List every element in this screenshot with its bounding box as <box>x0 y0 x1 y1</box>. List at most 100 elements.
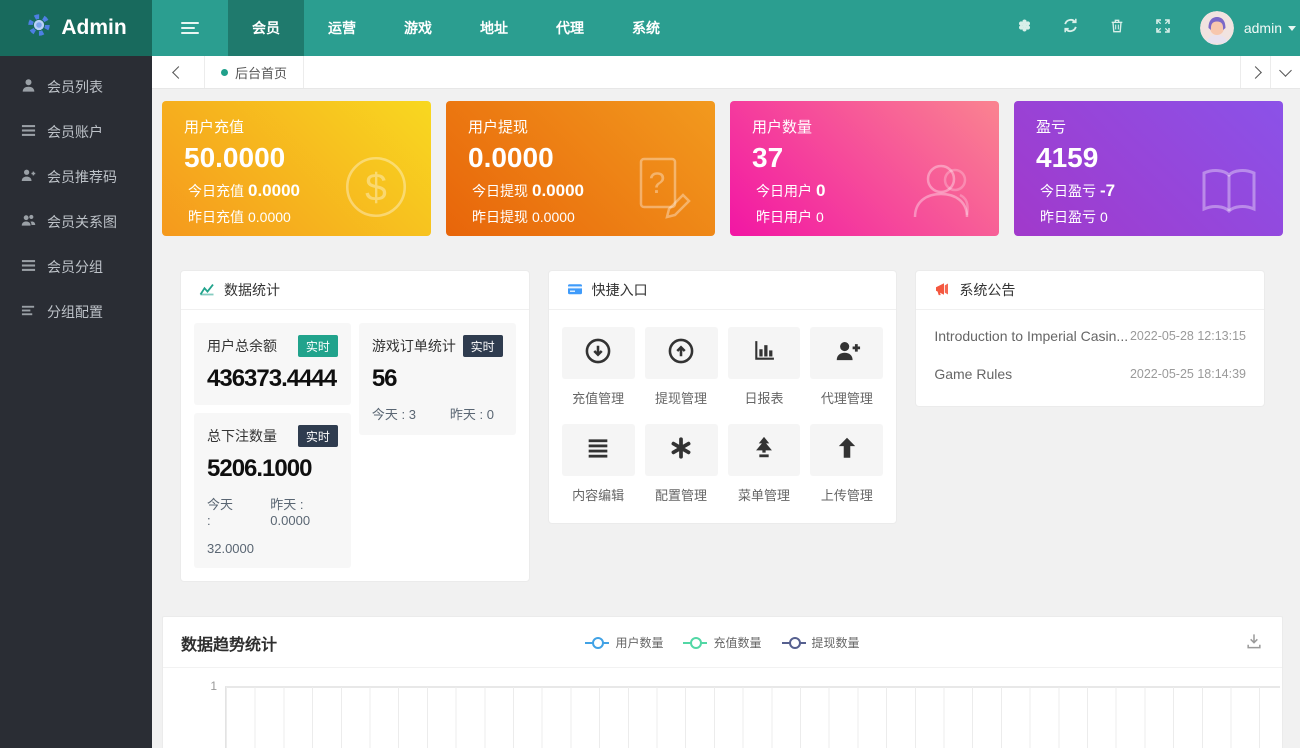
tabs-menu-button[interactable] <box>1270 56 1300 88</box>
today-label: 今日盈亏 <box>1040 183 1096 199</box>
circle-down-icon <box>584 337 612 370</box>
quick-item-withdraw[interactable]: 提现管理 <box>645 327 718 407</box>
user-plus-icon <box>21 168 36 186</box>
stat-box-total-bets: 总下注数量 实时 5206.1000 今天 : 昨天 : 0.0000 32.0… <box>194 413 351 568</box>
legend-item-recharge[interactable]: 充值数量 <box>683 634 761 651</box>
legend-item-withdraw[interactable]: 提现数量 <box>782 634 860 651</box>
stat-label: 总下注数量 <box>207 426 277 446</box>
chart-plot-area: 1 0.8 <box>163 686 1282 748</box>
stat-label: 用户总余额 <box>207 336 277 356</box>
stat-cards-row: 用户充值 50.0000 今日充值0.0000 昨日充值0.0000 $ 用户提… <box>162 101 1283 236</box>
chevron-down-icon <box>1279 64 1292 77</box>
sidebar: 会员列表 会员账户 会员推荐码 会员关系图 <box>0 56 152 748</box>
sidebar-item-relationship-graph[interactable]: 会员关系图 <box>0 199 152 244</box>
withdraw-doc-icon: ? <box>627 155 699 226</box>
fullscreen-button[interactable] <box>1140 0 1186 56</box>
menu-item-system[interactable]: 系统 <box>608 0 684 56</box>
quick-item-daily-report[interactable]: 日报表 <box>728 327 801 407</box>
sidebar-item-member-group[interactable]: 会员分组 <box>0 244 152 289</box>
chart-legend: 用户数量 充值数量 提现数量 <box>163 634 1282 651</box>
today-label: 今日用户 <box>756 183 812 199</box>
app-logo[interactable]: Admin <box>0 0 152 56</box>
user-plus-icon <box>833 337 861 370</box>
stat-value: 5206.1000 <box>207 455 338 483</box>
gear-logo-icon <box>25 11 53 45</box>
quick-item-content-edit[interactable]: 内容编辑 <box>562 424 635 504</box>
stat-label: 游戏订单统计 <box>372 336 456 356</box>
download-chart-button[interactable] <box>1244 631 1264 656</box>
tabs-scroll-left-button[interactable] <box>152 56 205 88</box>
quick-item-menu[interactable]: 菜单管理 <box>728 424 801 504</box>
announcement-item[interactable]: Introduction to Imperial Casin... 2022-0… <box>934 317 1246 355</box>
line-marker-icon <box>585 638 609 648</box>
quick-item-recharge[interactable]: 充值管理 <box>562 327 635 407</box>
active-tab-dot <box>221 69 228 76</box>
main-menu: 会员 运营 游戏 地址 代理 系统 <box>228 0 684 56</box>
today-value-wrapped: 32.0000 <box>207 541 338 556</box>
announcement-title: Introduction to Imperial Casin... <box>934 328 1128 344</box>
announcement-time: 2022-05-28 12:13:15 <box>1130 329 1246 343</box>
stats-body: 用户总余额 实时 436373.4444 总下注数量 实时 5206.1000 … <box>181 310 529 581</box>
quick-item-config[interactable]: 配置管理 <box>645 424 718 504</box>
quick-entry-panel: 快捷入口 充值管理 提现管理 <box>548 270 898 524</box>
card-profit-loss: 盈亏 4159 今日盈亏-7 昨日盈亏0 <box>1014 101 1283 236</box>
quick-item-agent[interactable]: 代理管理 <box>810 327 883 407</box>
tab-home[interactable]: 后台首页 <box>205 56 304 88</box>
panel-title: 快捷入口 <box>592 280 648 300</box>
quick-item-upload[interactable]: 上传管理 <box>810 424 883 504</box>
realtime-badge: 实时 <box>463 335 503 357</box>
card-title: 用户提现 <box>468 116 693 137</box>
svg-text:$: $ <box>365 166 387 209</box>
chart-header: 数据趋势统计 用户数量 充值数量 提现数量 <box>163 617 1282 668</box>
sidebar-item-member-account[interactable]: 会员账户 <box>0 109 152 154</box>
legend-item-users[interactable]: 用户数量 <box>585 634 663 651</box>
main-content: 用户充值 50.0000 今日充值0.0000 昨日充值0.0000 $ 用户提… <box>152 89 1300 748</box>
app-logo-text: Admin <box>61 16 126 40</box>
announcement-item[interactable]: Game Rules 2022-05-25 18:14:39 <box>934 355 1246 393</box>
sidebar-item-group-config[interactable]: 分组配置 <box>0 289 152 334</box>
user-avatar[interactable] <box>1200 11 1234 45</box>
data-statistics-panel: 数据统计 用户总余额 实时 436373.4444 总下注数量 实时 <box>180 270 530 582</box>
align-lines-icon <box>21 303 36 321</box>
menu-item-member[interactable]: 会员 <box>228 0 304 56</box>
flower-icon <box>1016 17 1033 39</box>
yesterday-value: 0 <box>816 209 824 225</box>
announcement-time: 2022-05-25 18:14:39 <box>1130 367 1246 381</box>
tabbar-spacer <box>304 56 1240 88</box>
realtime-badge: 实时 <box>298 335 338 357</box>
menu-item-operation[interactable]: 运营 <box>304 0 380 56</box>
line-marker-icon <box>782 638 806 648</box>
system-announcement-panel: 系统公告 Introduction to Imperial Casin... 2… <box>915 270 1265 407</box>
menu-item-game[interactable]: 游戏 <box>380 0 456 56</box>
dollar-circle-icon: $ <box>337 153 415 226</box>
sidebar-item-member-list[interactable]: 会员列表 <box>0 64 152 109</box>
yesterday-label: 昨日充值 <box>188 209 244 225</box>
sidebar-item-label: 会员账户 <box>47 122 103 142</box>
announcement-title: Game Rules <box>934 366 1012 382</box>
arrow-up-icon <box>833 434 861 467</box>
menu-item-agent[interactable]: 代理 <box>532 0 608 56</box>
current-user-menu[interactable]: admin <box>1244 20 1296 36</box>
yesterday-label: 昨日盈亏 <box>1040 209 1096 225</box>
sidebar-item-label: 会员推荐码 <box>47 167 117 187</box>
navbar-right-tools: admin <box>1002 0 1300 56</box>
panels-row: 数据统计 用户总余额 实时 436373.4444 总下注数量 实时 <box>180 270 1265 582</box>
clear-cache-button[interactable] <box>1002 0 1048 56</box>
card-user-recharge: 用户充值 50.0000 今日充值0.0000 昨日充值0.0000 $ <box>162 101 431 236</box>
chevron-left-icon <box>172 66 185 79</box>
sidebar-toggle-button[interactable] <box>152 0 228 56</box>
today-label: 今日提现 <box>472 183 528 199</box>
recycle-bin-button[interactable] <box>1094 0 1140 56</box>
today-value: 0.0000 <box>248 181 300 200</box>
sidebar-item-referral-code[interactable]: 会员推荐码 <box>0 154 152 199</box>
today-stat: 今天 : 3 <box>372 404 416 423</box>
refresh-icon <box>1062 17 1079 39</box>
panel-header: 数据统计 <box>181 271 529 310</box>
refresh-button[interactable] <box>1048 0 1094 56</box>
tabs-scroll-right-button[interactable] <box>1240 56 1270 88</box>
today-label: 今日充值 <box>188 183 244 199</box>
trend-chart-icon <box>199 281 215 300</box>
panel-title: 系统公告 <box>959 280 1015 300</box>
menu-item-address[interactable]: 地址 <box>456 0 532 56</box>
stat-box-game-orders: 游戏订单统计 实时 56 今天 : 3 昨天 : 0 <box>359 323 516 435</box>
